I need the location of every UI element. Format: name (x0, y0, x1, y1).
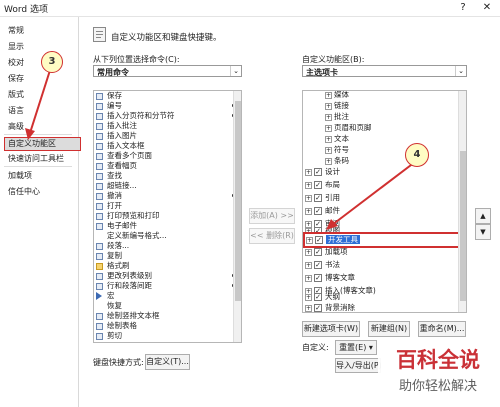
watermark-title: 百科全说 (396, 348, 480, 372)
callout-4: 4 (405, 143, 429, 167)
arrowhead-3-icon (25, 128, 35, 140)
arrow-3 (29, 63, 53, 134)
callout-3: 3 (41, 51, 63, 73)
watermark-subtitle: 助你轻松解决 (398, 379, 477, 394)
watermark: 百科全说 助你轻松解决 (378, 342, 498, 404)
arrow-4 (331, 161, 416, 226)
